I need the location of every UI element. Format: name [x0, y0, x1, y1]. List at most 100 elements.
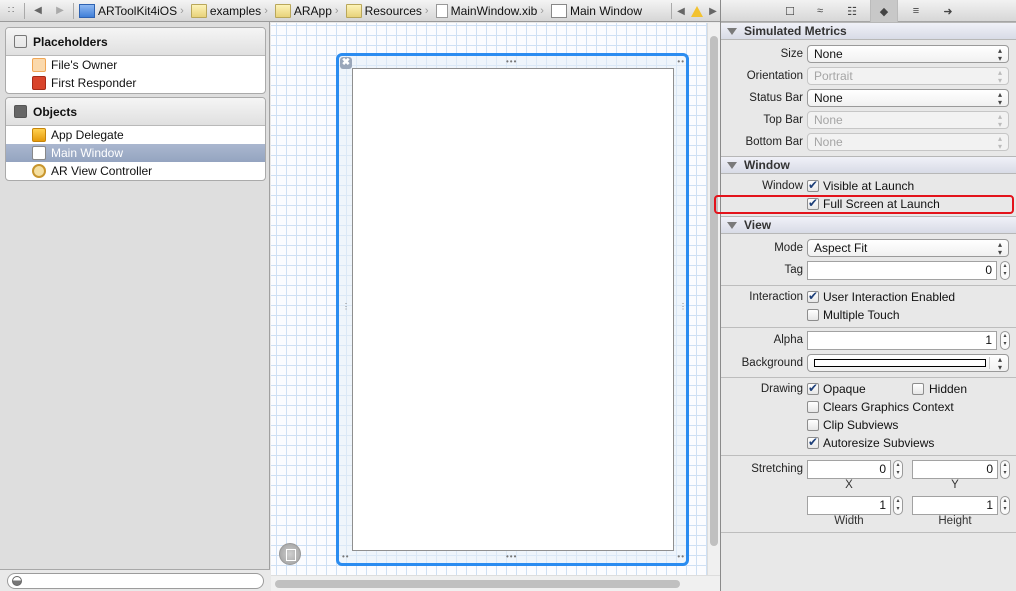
outline-item-app-delegate[interactable]: App Delegate: [6, 126, 265, 144]
alpha-field[interactable]: 1: [807, 331, 997, 350]
next-issue-icon[interactable]: ▶: [706, 0, 720, 22]
tag-stepper[interactable]: ▴ ▾: [1000, 261, 1010, 280]
stretching-width-field[interactable]: 1: [807, 496, 891, 515]
item-label: App Delegate: [51, 128, 124, 142]
popup-value: None: [814, 47, 843, 61]
placeholders-header[interactable]: Placeholders: [6, 28, 265, 56]
resize-handle-right[interactable]: ⋮: [679, 303, 687, 311]
outline-filter-input[interactable]: [7, 573, 264, 589]
section-view[interactable]: View: [721, 216, 1016, 234]
top-bar-popup: None ▴ ▾: [807, 111, 1009, 129]
interaction-label: Interaction: [749, 291, 803, 303]
stretching-y-stepper[interactable]: ▴ ▾: [1000, 460, 1010, 479]
related-items-grid-icon[interactable]: ∷: [0, 0, 22, 22]
outline-item-first-responder[interactable]: First Responder: [6, 74, 265, 92]
hidden-checkbox[interactable]: [912, 383, 924, 395]
file-inspector-icon[interactable]: ☐: [783, 4, 797, 18]
breadcrumb-examples[interactable]: examples ›: [188, 0, 272, 22]
previous-issue-icon[interactable]: ◀: [674, 0, 688, 22]
clears-graphics-context-checkbox[interactable]: [807, 401, 819, 413]
breadcrumb-project[interactable]: ARToolKit4iOS ›: [76, 0, 188, 22]
alpha-stepper[interactable]: ▴ ▾: [1000, 331, 1010, 350]
status-bar-label: Status Bar: [749, 92, 803, 104]
multiple-touch-checkbox[interactable]: [807, 309, 819, 321]
app-delegate-icon: [32, 128, 46, 142]
popup-value: Portrait: [814, 69, 853, 83]
breadcrumb-resources[interactable]: Resources ›: [343, 0, 433, 22]
user-interaction-enabled-checkbox[interactable]: [807, 289, 819, 303]
popup-arrows-icon: ▴ ▾: [997, 134, 1002, 151]
size-popup[interactable]: None ▴ ▾: [807, 45, 1009, 63]
breadcrumb-label: ARToolKit4iOS: [98, 3, 178, 18]
filter-icon[interactable]: [12, 576, 22, 586]
mode-row: Mode Aspect Fit ▴ ▾: [721, 238, 1016, 260]
alpha-row: Alpha 1 ▴ ▾: [721, 330, 1016, 352]
stretching-height-field[interactable]: 1: [912, 496, 998, 515]
resize-handle-bottom-left[interactable]: ••: [342, 553, 350, 561]
divider: [721, 532, 1016, 533]
breadcrumb-xib-file[interactable]: MainWindow.xib ›: [433, 0, 548, 22]
section-window[interactable]: Window: [721, 156, 1016, 174]
connections-inspector-icon[interactable]: ➜: [941, 4, 955, 18]
show-document-outline-button[interactable]: [279, 543, 301, 565]
outline-item-ar-view-controller[interactable]: AR View Controller: [6, 162, 265, 180]
outline-item-main-window[interactable]: Main Window: [6, 144, 265, 162]
vertical-scrollbar[interactable]: [707, 23, 720, 575]
tag-label: Tag: [784, 264, 803, 276]
resize-handle-left[interactable]: ⋮: [342, 303, 350, 311]
breadcrumb-main-window[interactable]: Main Window: [548, 0, 642, 22]
bottom-bar-row: Bottom Bar None ▴ ▾: [721, 132, 1016, 154]
opaque-checkbox[interactable]: [807, 381, 819, 395]
horizontal-scrollbar[interactable]: [271, 575, 720, 591]
clip-subviews-checkbox[interactable]: [807, 419, 819, 431]
checkbox-label: Hidden: [929, 382, 968, 396]
visible-at-launch-checkbox[interactable]: [807, 178, 819, 192]
stretching-width-stepper[interactable]: ▴ ▾: [893, 496, 903, 515]
size-inspector-icon[interactable]: ≡: [909, 4, 923, 18]
autoresize-subviews-checkbox[interactable]: [807, 435, 819, 449]
breadcrumb-arapp[interactable]: ARApp ›: [272, 0, 343, 22]
resize-handle-top-right[interactable]: ••: [677, 58, 685, 66]
attributes-inspector: ☐ ≈ ☷ ◆ ≡ ➜ Simulated Metrics Size None ▴…: [720, 0, 1016, 591]
forward-arrow-icon[interactable]: ▶: [49, 0, 71, 22]
stretching-y-field[interactable]: 0: [912, 460, 998, 479]
disclosure-triangle-icon[interactable]: [727, 27, 737, 35]
objects-header[interactable]: Objects: [6, 98, 265, 126]
popup-arrows-icon: ▴ ▾: [997, 46, 1002, 63]
status-bar-popup[interactable]: None ▴ ▾: [807, 89, 1009, 107]
mode-popup[interactable]: Aspect Fit ▴ ▾: [807, 239, 1009, 257]
drawing-label: Drawing: [760, 383, 803, 395]
objects-group: Objects App Delegate Main Window AR View…: [5, 97, 266, 181]
breadcrumb-label: ARApp: [293, 3, 332, 18]
orientation-popup: Portrait ▴ ▾: [807, 67, 1009, 85]
main-window-selection-frame[interactable]: ✖ ••• •• ⋮ ⋮ •• ••• ••: [336, 53, 689, 566]
stretching-height-stepper[interactable]: ▴ ▾: [1000, 496, 1010, 515]
resize-handle-top[interactable]: •••: [506, 58, 517, 66]
resize-handle-bottom-right[interactable]: ••: [677, 553, 685, 561]
breadcrumb-label: MainWindow.xib: [450, 3, 538, 18]
checkbox-label: Visible at Launch: [823, 179, 915, 193]
disclosure-triangle-icon[interactable]: [727, 161, 737, 169]
main-window-content[interactable]: [352, 68, 674, 551]
horizontal-scroll-thumb[interactable]: [275, 580, 680, 588]
disclosure-triangle-icon[interactable]: [727, 221, 737, 229]
close-icon[interactable]: ✖: [340, 57, 352, 69]
tag-field[interactable]: 0: [807, 261, 997, 280]
background-color-popup[interactable]: ▴ ▾: [807, 354, 1009, 372]
back-arrow-icon[interactable]: ◀: [27, 0, 49, 22]
resize-handle-bottom[interactable]: •••: [506, 553, 517, 561]
vertical-scroll-thumb[interactable]: [710, 36, 718, 546]
outline-item-files-owner[interactable]: File's Owner: [6, 56, 265, 74]
quick-help-icon[interactable]: ≈: [813, 4, 827, 18]
identity-inspector-icon[interactable]: ☷: [845, 4, 859, 18]
jump-bar: ∷ ◀ ▶ ARToolKit4iOS › examples › ARApp ›…: [0, 0, 720, 22]
popup-arrows-icon: ▴ ▾: [997, 68, 1002, 85]
stretching-x-stepper[interactable]: ▴ ▾: [893, 460, 903, 479]
warning-icon[interactable]: [691, 5, 703, 17]
stretching-y-label: Y: [951, 479, 959, 491]
attributes-inspector-icon[interactable]: ◆: [870, 0, 898, 22]
breadcrumb-label: Resources: [364, 3, 422, 18]
interface-builder-canvas[interactable]: ✖ ••• •• ⋮ ⋮ •• ••• ••: [271, 23, 707, 575]
stretching-x-field[interactable]: 0: [807, 460, 891, 479]
section-simulated-metrics[interactable]: Simulated Metrics: [721, 22, 1016, 40]
